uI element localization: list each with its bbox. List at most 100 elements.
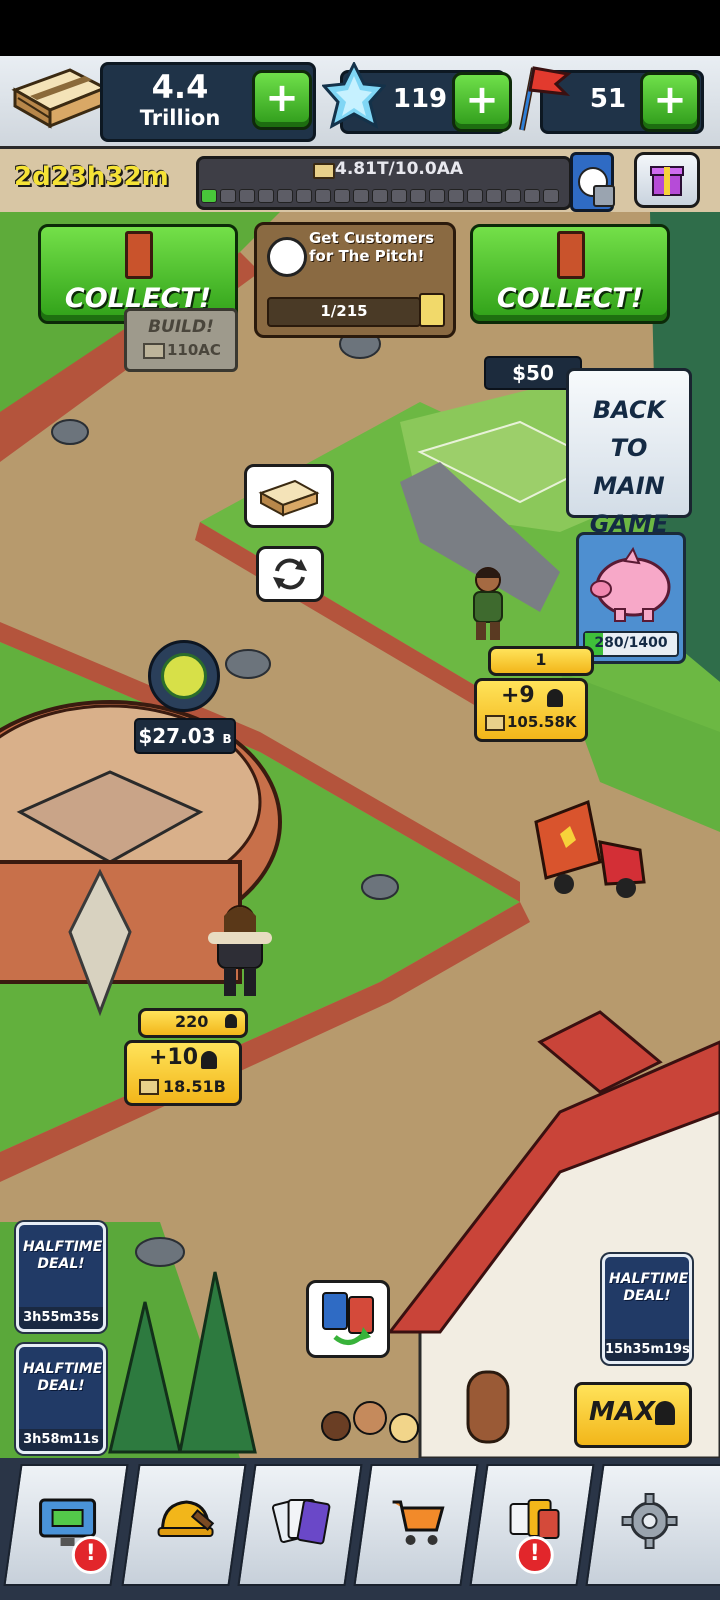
gear-icon xyxy=(621,1493,678,1549)
quest-title: Get Customers for The Pitch! xyxy=(309,229,435,265)
card-swap-icon xyxy=(322,1292,374,1345)
door-icon xyxy=(125,231,153,279)
collect-right-label: COLLECT! xyxy=(496,283,644,314)
arena-wrestler-character xyxy=(200,902,280,1002)
gem-icon xyxy=(320,60,388,132)
customer-group xyxy=(314,1392,424,1458)
progress-segment xyxy=(353,189,369,203)
progress-segment xyxy=(372,189,388,203)
arena-mask-pin xyxy=(148,640,220,712)
max-button[interactable]: MAX xyxy=(574,1382,692,1448)
cash-value: 4.4 xyxy=(151,68,209,106)
pitch-level-chip: 1 xyxy=(488,646,594,676)
progress-segment xyxy=(277,189,293,203)
person-icon xyxy=(547,689,563,707)
nav-events[interactable]: ! xyxy=(469,1464,595,1586)
progress-segment xyxy=(448,189,464,203)
build-label: BUILD! xyxy=(148,317,214,337)
progress-segment xyxy=(486,189,502,203)
collect-button-right[interactable]: COLLECT! xyxy=(470,224,670,324)
arena-plus-customers: +10 xyxy=(149,1045,199,1070)
nav-build[interactable] xyxy=(121,1464,247,1586)
game-field[interactable]: COLLECT! COLLECT! BUILD! 110AC Get Custo… xyxy=(0,212,720,1458)
piggy-progress-text: 280/1400 xyxy=(594,635,668,651)
arena-price-unit: B xyxy=(222,732,232,746)
progress-segment xyxy=(296,189,312,203)
nav-tv-ads[interactable]: ! xyxy=(3,1464,129,1586)
progress-segment xyxy=(220,189,236,203)
build-sign[interactable]: BUILD! 110AC xyxy=(124,308,238,372)
piggy-bank-card[interactable]: 280/1400 xyxy=(576,532,686,664)
arena-level-chip: 220 xyxy=(138,1008,248,1038)
progress-segment xyxy=(258,189,274,203)
cash-stack-icon xyxy=(10,60,110,130)
card-swap-bubble[interactable] xyxy=(306,1280,390,1358)
progress-segment-filled xyxy=(201,189,217,203)
add-flags-button[interactable]: + xyxy=(640,72,700,132)
progress-segment xyxy=(391,189,407,203)
deal-title: HALFTIME DEAL! xyxy=(23,1361,103,1394)
deal-timer: 15h35m19s xyxy=(605,1339,690,1361)
back-to-main-label: BACK TO MAIN GAME xyxy=(589,396,669,538)
add-gems-button[interactable]: + xyxy=(452,72,512,132)
back-to-main-game-button[interactable]: BACK TO MAIN GAME xyxy=(566,368,692,538)
cards-icon xyxy=(271,1499,331,1545)
pitch-level: 1 xyxy=(535,650,547,669)
person-icon xyxy=(655,1401,675,1425)
progress-segment xyxy=(505,189,521,203)
piggy-progress-bar: 280/1400 xyxy=(583,631,679,657)
progress-segment xyxy=(239,189,255,203)
pitch-income: 105.58K xyxy=(507,713,577,731)
quest-card[interactable]: Get Customers for The Pitch! 1/215 xyxy=(254,222,456,338)
halftime-deal-2[interactable]: HALFTIME DEAL! 3h58m11s xyxy=(16,1344,106,1454)
nav-tv-alert: ! xyxy=(71,1536,110,1574)
delivery-truck[interactable] xyxy=(530,792,650,902)
arena-income: 18.51B xyxy=(163,1077,226,1096)
cash-collect-bubble[interactable] xyxy=(244,464,334,528)
add-cash-button[interactable]: + xyxy=(252,70,312,130)
refresh-icon xyxy=(273,558,307,590)
ticket-icon xyxy=(419,293,445,327)
halftime-deal-1[interactable]: HALFTIME DEAL! 3h55m35s xyxy=(16,1222,106,1332)
nav-settings[interactable] xyxy=(585,1464,720,1586)
gift-button[interactable] xyxy=(634,152,700,208)
nav-events-alert: ! xyxy=(515,1536,554,1574)
event-progress-bar: 4.81T/10.0AA xyxy=(196,156,572,210)
deal-timer: 3h55m35s xyxy=(19,1307,103,1329)
person-icon xyxy=(225,1014,237,1028)
shopping-cart-icon xyxy=(392,1500,445,1545)
refresh-bubble[interactable] xyxy=(256,546,324,602)
halftime-deal-3[interactable]: HALFTIME DEAL! 15h35m19s xyxy=(602,1254,692,1364)
deal-title: HALFTIME DEAL! xyxy=(23,1239,103,1272)
progress-segment xyxy=(543,189,559,203)
build-cost: 110AC xyxy=(167,341,221,359)
cash-stack-icon xyxy=(258,479,320,517)
door-icon xyxy=(557,231,585,279)
arena-upgrade-button[interactable]: +10 18.51B xyxy=(124,1040,242,1106)
wrestler-mask-icon xyxy=(161,653,207,699)
event-progress-text: 4.81T/10.0AA xyxy=(335,159,464,179)
progress-segment xyxy=(524,189,540,203)
gift-icon xyxy=(650,166,684,196)
cash-mini-icon xyxy=(313,163,335,179)
hard-hat-hammer-icon xyxy=(157,1500,215,1537)
gem-count: 119 xyxy=(392,84,448,114)
pitch-upgrade-button[interactable]: +9 105.58K xyxy=(474,678,588,742)
nav-shop[interactable] xyxy=(353,1464,479,1586)
piggy-bank-icon xyxy=(590,546,671,622)
progress-segment xyxy=(410,189,426,203)
cash-unit: Trillion xyxy=(139,106,221,130)
arena-level: 220 xyxy=(175,1012,209,1031)
person-icon xyxy=(201,1051,217,1069)
progress-segment xyxy=(334,189,350,203)
arena-price: $27.03 xyxy=(138,724,216,748)
progress-segment xyxy=(429,189,445,203)
quest-progress-text: 1/215 xyxy=(320,302,368,320)
flag-icon xyxy=(508,62,572,134)
nav-cards[interactable] xyxy=(237,1464,363,1586)
cash-mini-icon xyxy=(143,343,165,359)
system-status-bar xyxy=(0,0,720,56)
locked-reward-card[interactable] xyxy=(570,152,615,212)
cash-mini-icon xyxy=(139,1079,159,1095)
lock-icon xyxy=(593,185,615,207)
